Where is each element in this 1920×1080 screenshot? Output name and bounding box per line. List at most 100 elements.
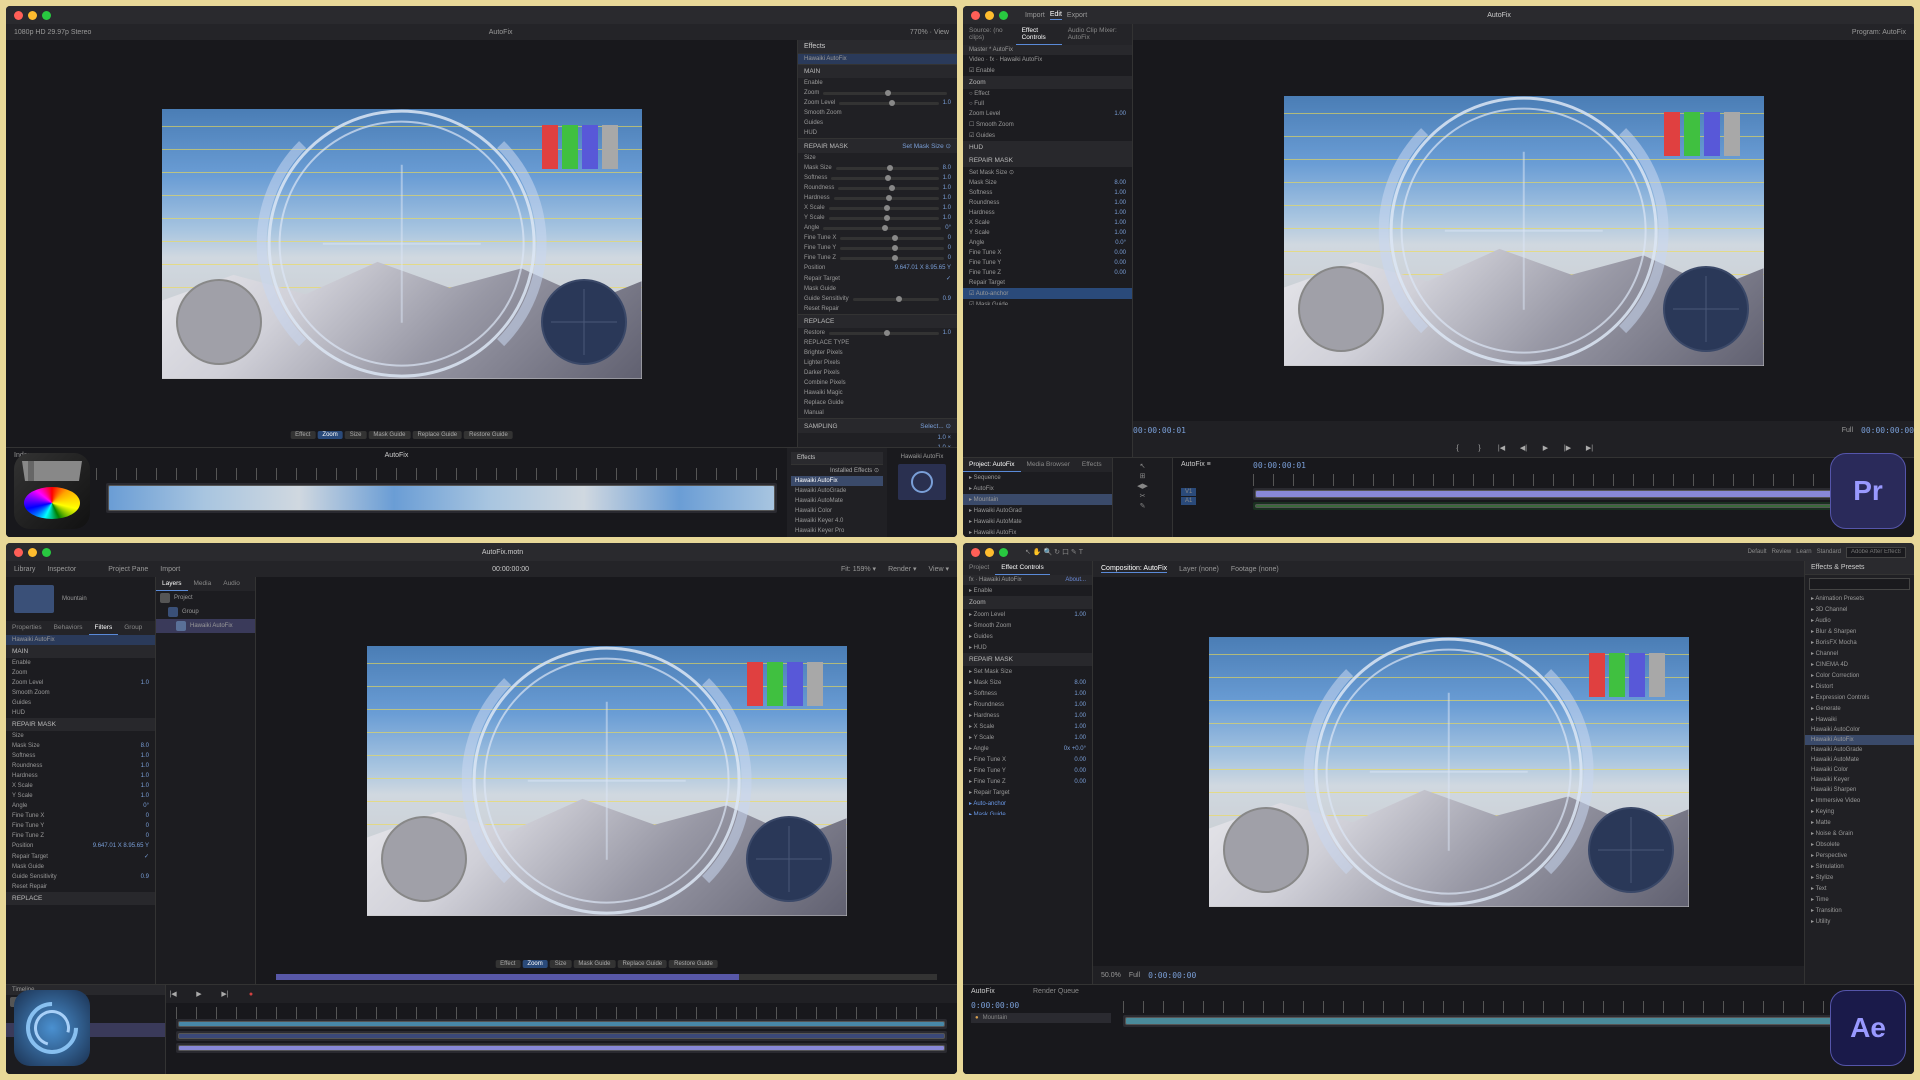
preset-item[interactable]: ▸ Perspective [1805, 850, 1914, 861]
param-row[interactable]: Repair Target✓ [798, 273, 957, 284]
param-row[interactable]: Roundness1.00 [963, 198, 1132, 208]
param-row[interactable]: Roundness1.0 [798, 183, 957, 193]
maximize-icon[interactable] [999, 11, 1008, 20]
play-icon[interactable]: ▶ [192, 987, 206, 1001]
ripple-edit-icon[interactable]: ◀▶ [1137, 482, 1148, 490]
param-row[interactable]: Lighter Pixels [798, 358, 957, 368]
effect-item[interactable]: Hawaiki AutoMate [791, 496, 883, 506]
osc-restore-button[interactable]: Restore Guide [464, 431, 513, 439]
zoom-level[interactable]: Full [1842, 427, 1853, 434]
close-icon[interactable] [971, 11, 980, 20]
param-row[interactable]: Fine Tune X0.00 [963, 248, 1132, 258]
param-row[interactable]: Replace Guide [798, 398, 957, 408]
param-row[interactable]: Position9.647.01 X 8.95.65 Y [798, 263, 957, 273]
fcp-timeline[interactable]: Index AutoFix [6, 448, 787, 537]
param-row[interactable]: Fine Tune Y0.00 [963, 258, 1132, 268]
param-row[interactable]: Fine Tune Z0.00 [963, 268, 1132, 278]
param-row[interactable]: Guides [798, 118, 957, 128]
preset-item[interactable]: ▸ Channel [1805, 648, 1914, 659]
param-row[interactable]: Angle0.0° [963, 238, 1132, 248]
motion-inspector[interactable]: Mountain Properties Behaviors Filters Gr… [6, 577, 156, 984]
param-row[interactable]: ☑ Guides [963, 130, 1132, 141]
timeline-clip[interactable] [108, 485, 775, 511]
preset-search[interactable] [1809, 578, 1910, 590]
param-row[interactable]: Zoom Level1.00 [963, 109, 1132, 119]
preset-item[interactable]: ▸ BorisFX Mocha [1805, 637, 1914, 648]
param-row[interactable]: Size [798, 153, 957, 163]
track-a1[interactable]: A1 [1181, 497, 1196, 505]
timeline-ruler[interactable] [16, 468, 777, 480]
go-end-icon[interactable]: ▶| [218, 987, 232, 1001]
workspace-edit[interactable]: Edit [1050, 11, 1062, 20]
param-row[interactable]: ☑ Mask Guide [963, 299, 1132, 305]
param-row[interactable]: ○ Full [963, 99, 1132, 109]
param-row[interactable]: HUD [798, 128, 957, 138]
track-v1[interactable]: V1 [1181, 488, 1196, 496]
ae-effects-presets[interactable]: Effects & Presets ▸ Animation Presets▸ 3… [1804, 561, 1914, 984]
pr-effect-controls[interactable]: Source: (no clips) Effect Controls Audio… [963, 24, 1133, 457]
ae-timeline[interactable]: AutoFix Render Queue 0:00:00:00 ●Mountai… [963, 985, 1914, 1074]
osc-zoom-button[interactable]: Zoom [317, 431, 342, 439]
effect-item[interactable]: Hawaiki Super Glow [791, 536, 883, 537]
preset-item[interactable]: ▸ Text [1805, 883, 1914, 894]
video-clip[interactable] [1255, 490, 1902, 498]
ae-layer-bar[interactable] [1125, 1017, 1902, 1025]
param-row[interactable]: Repair Target [963, 278, 1132, 288]
effect-item[interactable]: Hawaiki Keyer Pro [791, 526, 883, 536]
param-row[interactable]: 1.0 × [798, 433, 957, 443]
workspace-import[interactable]: Import [1025, 12, 1045, 19]
maximize-icon[interactable] [42, 548, 51, 557]
import-button[interactable]: Import [160, 566, 180, 573]
fcp-inspector[interactable]: Effects Hawaiki AutoFix MAINEnableZoomZo… [797, 40, 957, 447]
minimize-icon[interactable] [28, 548, 37, 557]
param-row[interactable]: Mask Size8.0 [798, 163, 957, 173]
osc-effect-button[interactable]: Effect [290, 431, 315, 439]
param-row[interactable]: Combine Pixels [798, 378, 957, 388]
preset-item[interactable]: Hawaiki AutoFix [1805, 735, 1914, 745]
param-row[interactable]: Reset Repair [798, 304, 957, 314]
param-row[interactable]: Restore1.0 [798, 328, 957, 338]
maximize-icon[interactable] [42, 11, 51, 20]
preset-item[interactable]: ▸ Animation Presets [1805, 593, 1914, 604]
preset-item[interactable]: ▸ Color Correction [1805, 670, 1914, 681]
preset-item[interactable]: ▸ Matte [1805, 817, 1914, 828]
preset-item[interactable]: Hawaiki AutoGrade [1805, 745, 1914, 755]
param-row[interactable]: Fine Tune X0 [798, 233, 957, 243]
effect-item[interactable]: Hawaiki Color [791, 506, 883, 516]
param-row[interactable]: Manual [798, 408, 957, 418]
minimize-icon[interactable] [985, 548, 994, 557]
param-row[interactable]: REPLACE TYPE [798, 338, 957, 348]
preset-item[interactable]: Hawaiki AutoMate [1805, 755, 1914, 765]
param-row[interactable]: ○ Effect [963, 89, 1132, 99]
param-row[interactable]: Smooth Zoom [798, 108, 957, 118]
step-back-icon[interactable]: ◀| [1517, 441, 1531, 455]
preset-item[interactable]: Hawaiki Color [1805, 765, 1914, 775]
timecode[interactable]: 00:00:00:00 [492, 566, 529, 573]
param-row[interactable]: Zoom Level1.0 [798, 98, 957, 108]
param-row[interactable]: Hardness1.0 [798, 193, 957, 203]
preset-item[interactable]: ▸ Expression Controls [1805, 692, 1914, 703]
effect-item[interactable]: Hawaiki AutoFix [791, 476, 883, 486]
param-row[interactable]: Y Scale1.0 [798, 213, 957, 223]
preset-item[interactable]: ▸ 3D Channel [1805, 604, 1914, 615]
audio-clip[interactable] [1255, 504, 1902, 508]
preset-item[interactable]: ▸ Time [1805, 894, 1914, 905]
param-row[interactable]: Darker Pixels [798, 368, 957, 378]
record-icon[interactable]: ● [244, 987, 258, 1001]
preset-item[interactable]: ▸ CINEMA 4D [1805, 659, 1914, 670]
param-row[interactable]: ☑ Enable [963, 65, 1132, 76]
razor-icon[interactable]: ✂ [1140, 492, 1146, 500]
tab-library[interactable]: Library [14, 566, 35, 573]
osc-size-button[interactable]: Size [345, 431, 367, 439]
timecode-in[interactable]: 00:00:00:01 [1133, 426, 1186, 435]
project-pane-button[interactable]: Project Pane [108, 566, 148, 573]
param-row[interactable]: X Scale1.00 [963, 218, 1132, 228]
go-to-out-icon[interactable]: ▶| [1583, 441, 1597, 455]
minimize-icon[interactable] [28, 11, 37, 20]
close-icon[interactable] [14, 548, 23, 557]
motion-layers[interactable]: Layers Media Audio Project Group Hawaiki… [156, 577, 256, 984]
preset-item[interactable]: ▸ Utility [1805, 916, 1914, 927]
comp-tab[interactable]: Composition: AutoFix [1101, 565, 1167, 573]
effect-item[interactable]: Hawaiki Keyer 4.0 [791, 516, 883, 526]
mark-out-icon[interactable]: } [1473, 441, 1487, 455]
